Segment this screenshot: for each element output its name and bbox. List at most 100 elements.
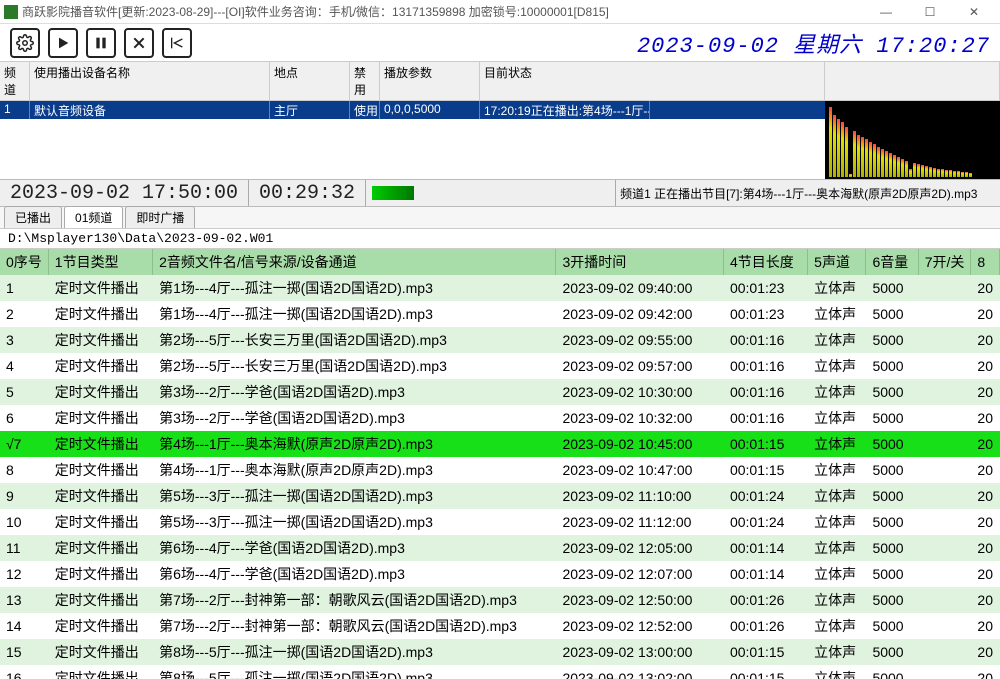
cell-file: 第7场---2厅---封神第一部：朝歌风云(国语2D国语2D).mp3 — [153, 613, 556, 639]
cell-dur: 00:01:24 — [723, 483, 807, 509]
cell-vol: 5000 — [866, 639, 918, 665]
cell-ch: 立体声 — [808, 483, 866, 509]
col-file[interactable]: 2音频文件名/信号来源/设备通道 — [153, 249, 556, 275]
viz-bar — [889, 153, 892, 177]
cell-ch: 立体声 — [808, 665, 866, 679]
viz-bar — [853, 131, 856, 177]
table-row[interactable]: 13定时文件播出第7场---2厅---封神第一部：朝歌风云(国语2D国语2D).… — [0, 587, 1000, 613]
col-dur[interactable]: 4节目长度 — [723, 249, 807, 275]
col-state: 目前状态 — [480, 62, 825, 100]
window-title: 商跃影院播音软件[更新:2023-08-29]---[OI]软件业务咨询：手机/… — [22, 3, 864, 20]
cell-sw — [918, 483, 971, 509]
col-type[interactable]: 1节目类型 — [48, 249, 152, 275]
col-vol[interactable]: 6音量 — [866, 249, 918, 275]
viz-bar — [877, 147, 880, 177]
cell-type: 定时文件播出 — [48, 483, 152, 509]
table-row[interactable]: 1定时文件播出第1场---4厅---孤注一掷(国语2D国语2D).mp32023… — [0, 275, 1000, 301]
table-row[interactable]: 12定时文件播出第6场---4厅---学爸(国语2D国语2D).mp32023-… — [0, 561, 1000, 587]
table-row[interactable]: 11定时文件播出第6场---4厅---学爸(国语2D国语2D).mp32023-… — [0, 535, 1000, 561]
cell-dur: 00:01:14 — [723, 535, 807, 561]
cell-sw — [918, 587, 971, 613]
cell-type: 定时文件播出 — [48, 457, 152, 483]
col-ch[interactable]: 5声道 — [808, 249, 866, 275]
viz-bar — [849, 174, 852, 177]
table-row[interactable]: 9定时文件播出第5场---3厅---孤注一掷(国语2D国语2D).mp32023… — [0, 483, 1000, 509]
device-name: 默认音频设备 — [30, 101, 270, 119]
cell-seq: 14 — [0, 613, 48, 639]
cell-ch: 立体声 — [808, 561, 866, 587]
viz-bar — [929, 167, 932, 177]
cell-dur: 00:01:15 — [723, 639, 807, 665]
back-arrow-icon — [169, 35, 185, 51]
col-misc[interactable]: 8 — [971, 249, 1000, 275]
cell-seq: 15 — [0, 639, 48, 665]
stop-button[interactable] — [124, 28, 154, 58]
app-icon — [4, 5, 18, 19]
table-row[interactable]: 10定时文件播出第5场---3厅---孤注一掷(国语2D国语2D).mp3202… — [0, 509, 1000, 535]
cell-vol: 5000 — [866, 665, 918, 679]
cell-sw — [918, 379, 971, 405]
table-row[interactable]: 6定时文件播出第3场---2厅---学爸(国语2D国语2D).mp32023-0… — [0, 405, 1000, 431]
table-row[interactable]: 14定时文件播出第7场---2厅---封神第一部：朝歌风云(国语2D国语2D).… — [0, 613, 1000, 639]
progress-bar[interactable] — [372, 186, 414, 200]
cell-vol: 5000 — [866, 535, 918, 561]
cell-type: 定时文件播出 — [48, 301, 152, 327]
viz-bar — [953, 171, 956, 177]
cell-misc: 20 — [971, 457, 1000, 483]
schedule-time: 2023-09-02 17:50:00 — [0, 180, 249, 206]
cell-ch: 立体声 — [808, 509, 866, 535]
cell-file: 第4场---1厅---奥本海默(原声2D原声2D).mp3 — [153, 431, 556, 457]
table-row[interactable]: 15定时文件播出第8场---5厅---孤注一掷(国语2D国语2D).mp3202… — [0, 639, 1000, 665]
back-button[interactable] — [162, 28, 192, 58]
table-row[interactable]: 2定时文件播出第1场---4厅---孤注一掷(国语2D国语2D).mp32023… — [0, 301, 1000, 327]
tab-channel-01[interactable]: 01频道 — [64, 206, 123, 228]
table-row[interactable]: 4定时文件播出第2场---5厅---长安三万里(国语2D国语2D).mp3202… — [0, 353, 1000, 379]
col-sw[interactable]: 7开/关 — [918, 249, 971, 275]
table-row[interactable]: 5定时文件播出第3场---2厅---学爸(国语2D国语2D).mp32023-0… — [0, 379, 1000, 405]
cell-start: 2023-09-02 12:07:00 — [556, 561, 724, 587]
table-row[interactable]: 16定时文件播出第8场---5厅---孤注一掷(国语2D国语2D).mp3202… — [0, 665, 1000, 679]
col-seq[interactable]: 0序号 — [0, 249, 48, 275]
table-row[interactable]: 8定时文件播出第4场---1厅---奥本海默(原声2D原声2D).mp32023… — [0, 457, 1000, 483]
cell-ch: 立体声 — [808, 379, 866, 405]
cell-sw — [918, 535, 971, 561]
cell-vol: 5000 — [866, 587, 918, 613]
cell-vol: 5000 — [866, 353, 918, 379]
viz-bar — [949, 170, 952, 177]
playlist-scroll[interactable]: 0序号 1节目类型 2音频文件名/信号来源/设备通道 3开播时间 4节目长度 5… — [0, 249, 1000, 679]
cell-vol: 5000 — [866, 405, 918, 431]
table-row[interactable]: 3定时文件播出第2场---5厅---长安三万里(国语2D国语2D).mp3202… — [0, 327, 1000, 353]
data-file-path: D:\Msplayer130\Data\2023-09-02.W01 — [0, 229, 1000, 249]
cell-sw — [918, 275, 971, 301]
viz-bar — [837, 119, 840, 177]
cell-ch: 立体声 — [808, 275, 866, 301]
cell-dur: 00:01:15 — [723, 665, 807, 679]
settings-button[interactable] — [10, 28, 40, 58]
table-row[interactable]: √7定时文件播出第4场---1厅---奥本海默(原声2D原声2D).mp3202… — [0, 431, 1000, 457]
cell-misc: 20 — [971, 613, 1000, 639]
tab-played[interactable]: 已播出 — [4, 206, 62, 228]
cell-ch: 立体声 — [808, 353, 866, 379]
tab-instant-broadcast[interactable]: 即时广播 — [125, 206, 195, 228]
cell-vol: 5000 — [866, 561, 918, 587]
viz-bar — [965, 172, 968, 177]
playlist-header-row: 0序号 1节目类型 2音频文件名/信号来源/设备通道 3开播时间 4节目长度 5… — [0, 249, 1000, 275]
cell-seq: 2 — [0, 301, 48, 327]
audio-visualizer — [825, 101, 1000, 179]
cell-file: 第3场---2厅---学爸(国语2D国语2D).mp3 — [153, 379, 556, 405]
pause-button[interactable] — [86, 28, 116, 58]
maximize-button[interactable]: ☐ — [908, 0, 952, 24]
cell-misc: 20 — [971, 535, 1000, 561]
tabs-row: 已播出 01频道 即时广播 — [0, 207, 1000, 229]
device-state: 17:20:19正在播出:第4场---1厅---奥本海默(原声2D原声2D).m… — [480, 101, 650, 119]
cell-type: 定时文件播出 — [48, 327, 152, 353]
play-button[interactable] — [48, 28, 78, 58]
minimize-button[interactable]: — — [864, 0, 908, 24]
col-start[interactable]: 3开播时间 — [556, 249, 724, 275]
cell-ch: 立体声 — [808, 535, 866, 561]
viz-bar — [905, 161, 908, 177]
cell-start: 2023-09-02 09:40:00 — [556, 275, 724, 301]
cell-vol: 5000 — [866, 509, 918, 535]
close-button[interactable]: ✕ — [952, 0, 996, 24]
device-row[interactable]: 1 默认音频设备 主厅 使用 0,0,0,5000 17:20:19正在播出:第… — [0, 101, 825, 119]
